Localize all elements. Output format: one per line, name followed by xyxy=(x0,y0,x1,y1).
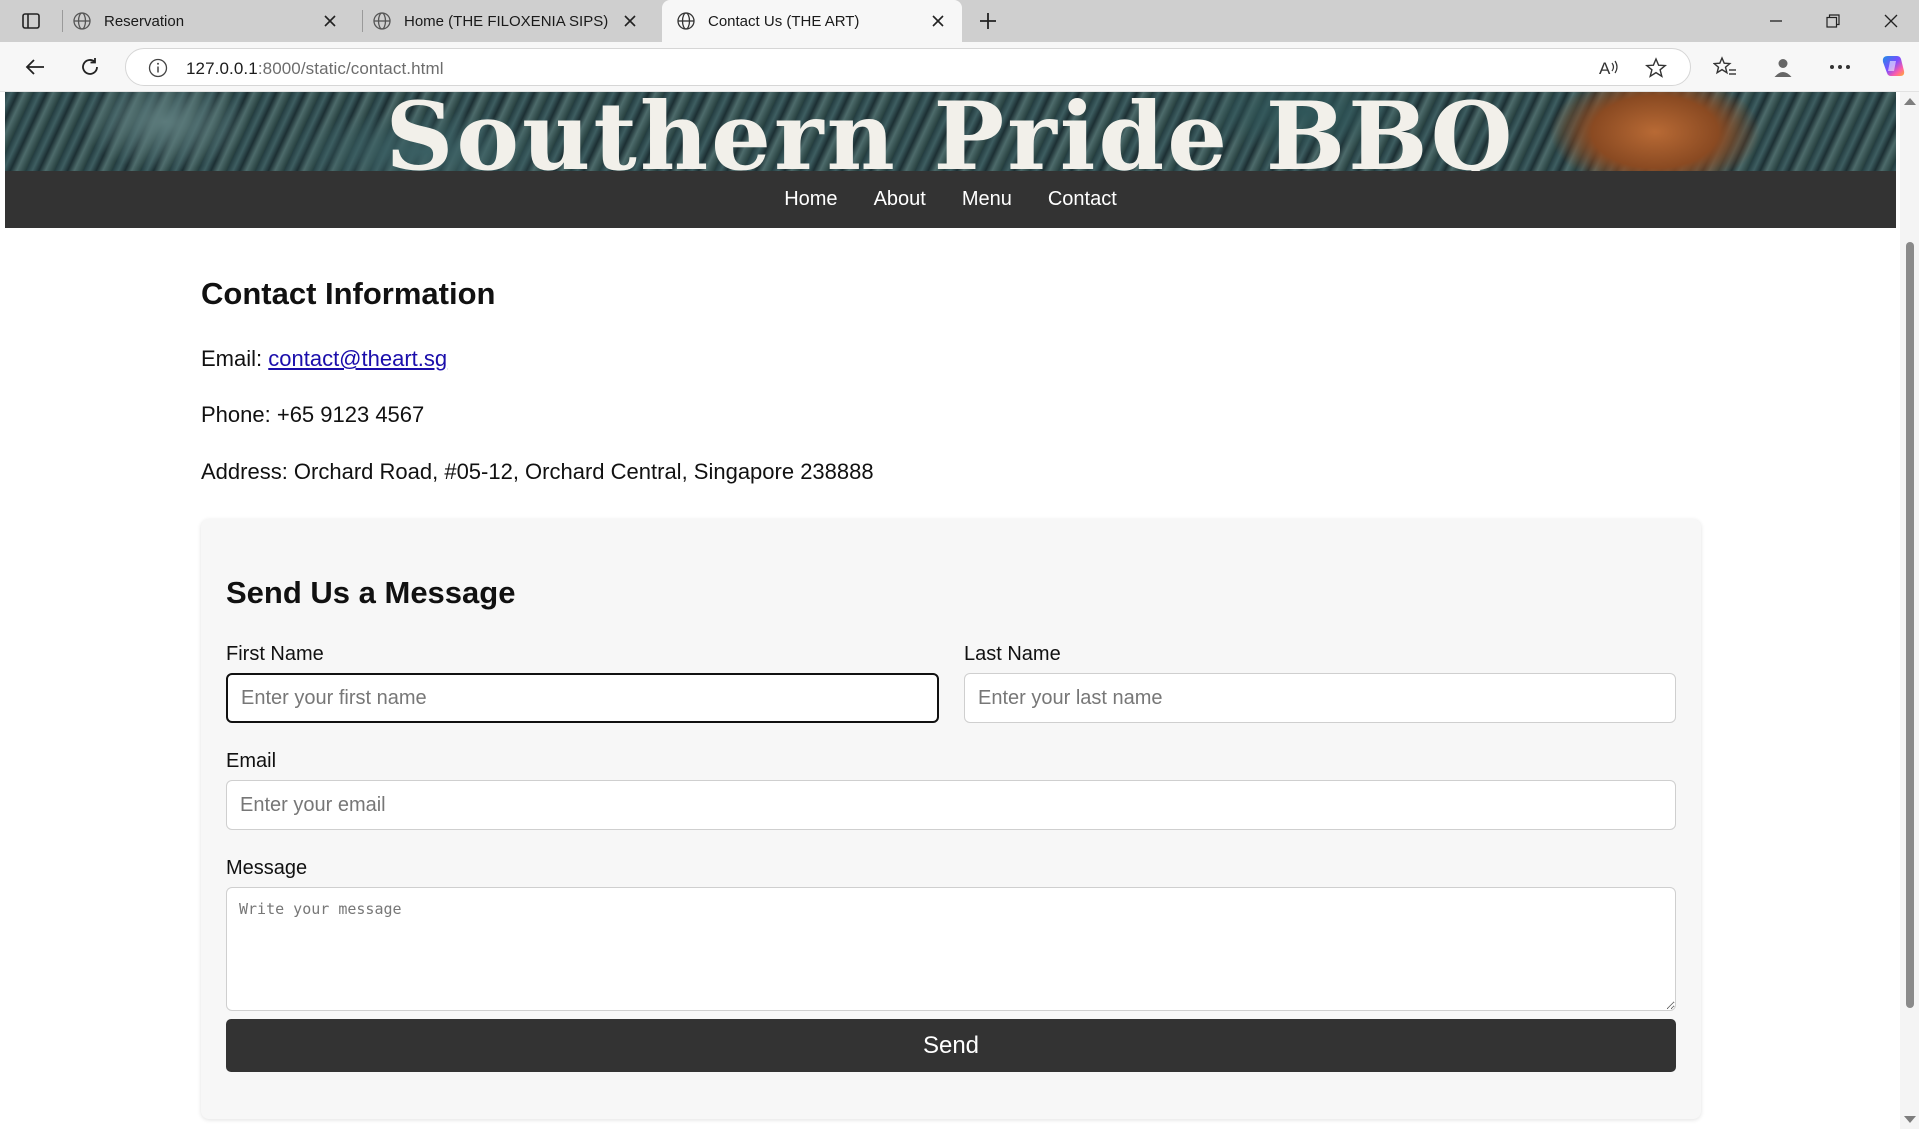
email-label: Email xyxy=(226,750,277,772)
back-icon xyxy=(25,59,44,75)
page-scrollbar[interactable] xyxy=(1900,92,1919,1129)
read-aloud-icon[interactable]: A xyxy=(1598,57,1620,79)
svg-text:A: A xyxy=(1599,59,1611,78)
contact-phone: Phone: +65 9123 4567 xyxy=(201,402,425,427)
tab-home-filoxenia[interactable]: Home (THE FILOXENIA SIPS) xyxy=(358,0,654,42)
favorites-button[interactable] xyxy=(1711,54,1739,80)
more-button[interactable] xyxy=(1826,54,1854,80)
nav-about[interactable]: About xyxy=(874,188,926,211)
profile-button[interactable] xyxy=(1769,54,1797,80)
more-icon xyxy=(1830,65,1850,69)
send-button[interactable]: Send xyxy=(226,1019,1676,1072)
nav-home[interactable]: Home xyxy=(784,188,837,211)
copilot-button[interactable] xyxy=(1879,54,1907,80)
form-heading: Send Us a Message xyxy=(226,575,516,610)
new-tab-button[interactable] xyxy=(975,9,1001,33)
close-icon[interactable] xyxy=(620,11,640,31)
message-textarea[interactable] xyxy=(226,887,1676,1011)
url-path: :8000/static/contact.html xyxy=(257,59,444,78)
tab-title: Reservation xyxy=(104,12,185,30)
contact-email-line: Email: contact@theart.sg xyxy=(201,346,447,372)
nav-contact[interactable]: Contact xyxy=(1048,188,1117,211)
plus-icon xyxy=(980,13,996,29)
close-icon xyxy=(1884,14,1898,28)
nav-menu[interactable]: Menu xyxy=(962,188,1012,211)
email-input[interactable] xyxy=(226,780,1676,830)
close-icon[interactable] xyxy=(928,11,948,31)
first-name-label: First Name xyxy=(226,643,324,665)
back-button[interactable] xyxy=(21,54,49,80)
profile-icon xyxy=(1774,59,1792,77)
minimize-button[interactable] xyxy=(1763,9,1789,33)
refresh-icon xyxy=(82,58,98,75)
restore-button[interactable] xyxy=(1820,9,1846,33)
tab-title: Contact Us (THE ART) xyxy=(708,12,860,30)
star-icon[interactable] xyxy=(1645,57,1667,79)
browser-toolbar: 127.0.0.1:8000/static/contact.html A xyxy=(0,42,1919,92)
tab-title: Home (THE FILOXENIA SIPS) xyxy=(404,12,609,30)
minimize-icon xyxy=(1770,20,1782,22)
contact-heading: Contact Information xyxy=(201,276,496,311)
scroll-down-icon[interactable] xyxy=(1904,1116,1916,1123)
favorites-icon xyxy=(1713,56,1736,75)
hero-banner: Southern Pride BBQ xyxy=(5,92,1896,171)
url-text[interactable]: 127.0.0.1:8000/static/contact.html xyxy=(186,59,444,79)
info-icon[interactable] xyxy=(148,58,168,78)
refresh-button[interactable] xyxy=(76,54,104,80)
tab-contact-us[interactable]: Contact Us (THE ART) xyxy=(662,0,962,42)
url-host: 127.0.0.1 xyxy=(186,59,258,78)
scrollbar-thumb[interactable] xyxy=(1906,242,1914,1008)
restore-icon xyxy=(1826,14,1840,28)
email-label: Email: xyxy=(201,346,269,371)
browser-tab-bar: Reservation Home (THE FILOXENIA SIPS) Co… xyxy=(0,0,1919,42)
close-window-button[interactable] xyxy=(1878,9,1904,33)
globe-icon xyxy=(373,12,391,30)
banner-title: Southern Pride BBQ xyxy=(385,92,1516,171)
first-name-input[interactable] xyxy=(226,673,939,723)
contact-address: Address: Orchard Road, #05-12, Orchard C… xyxy=(201,459,874,484)
last-name-label: Last Name xyxy=(964,643,1061,665)
last-name-input[interactable] xyxy=(964,673,1676,723)
sidebar-toggle-icon[interactable] xyxy=(18,9,44,33)
main-nav: Home About Menu Contact xyxy=(5,171,1896,228)
scroll-up-icon[interactable] xyxy=(1904,98,1916,105)
page-viewport: Southern Pride BBQ Home About Menu Conta… xyxy=(0,92,1919,1129)
message-label: Message xyxy=(226,857,308,879)
address-bar[interactable]: 127.0.0.1:8000/static/contact.html A xyxy=(125,48,1691,86)
globe-icon xyxy=(677,12,695,30)
copilot-icon xyxy=(1882,56,1905,76)
email-link[interactable]: contact@theart.sg xyxy=(268,346,447,371)
close-icon[interactable] xyxy=(320,11,340,31)
message-form-card: Send Us a Message First Name Last Name E… xyxy=(201,519,1701,1119)
tab-reservation[interactable]: Reservation xyxy=(58,0,354,42)
globe-icon xyxy=(73,12,91,30)
